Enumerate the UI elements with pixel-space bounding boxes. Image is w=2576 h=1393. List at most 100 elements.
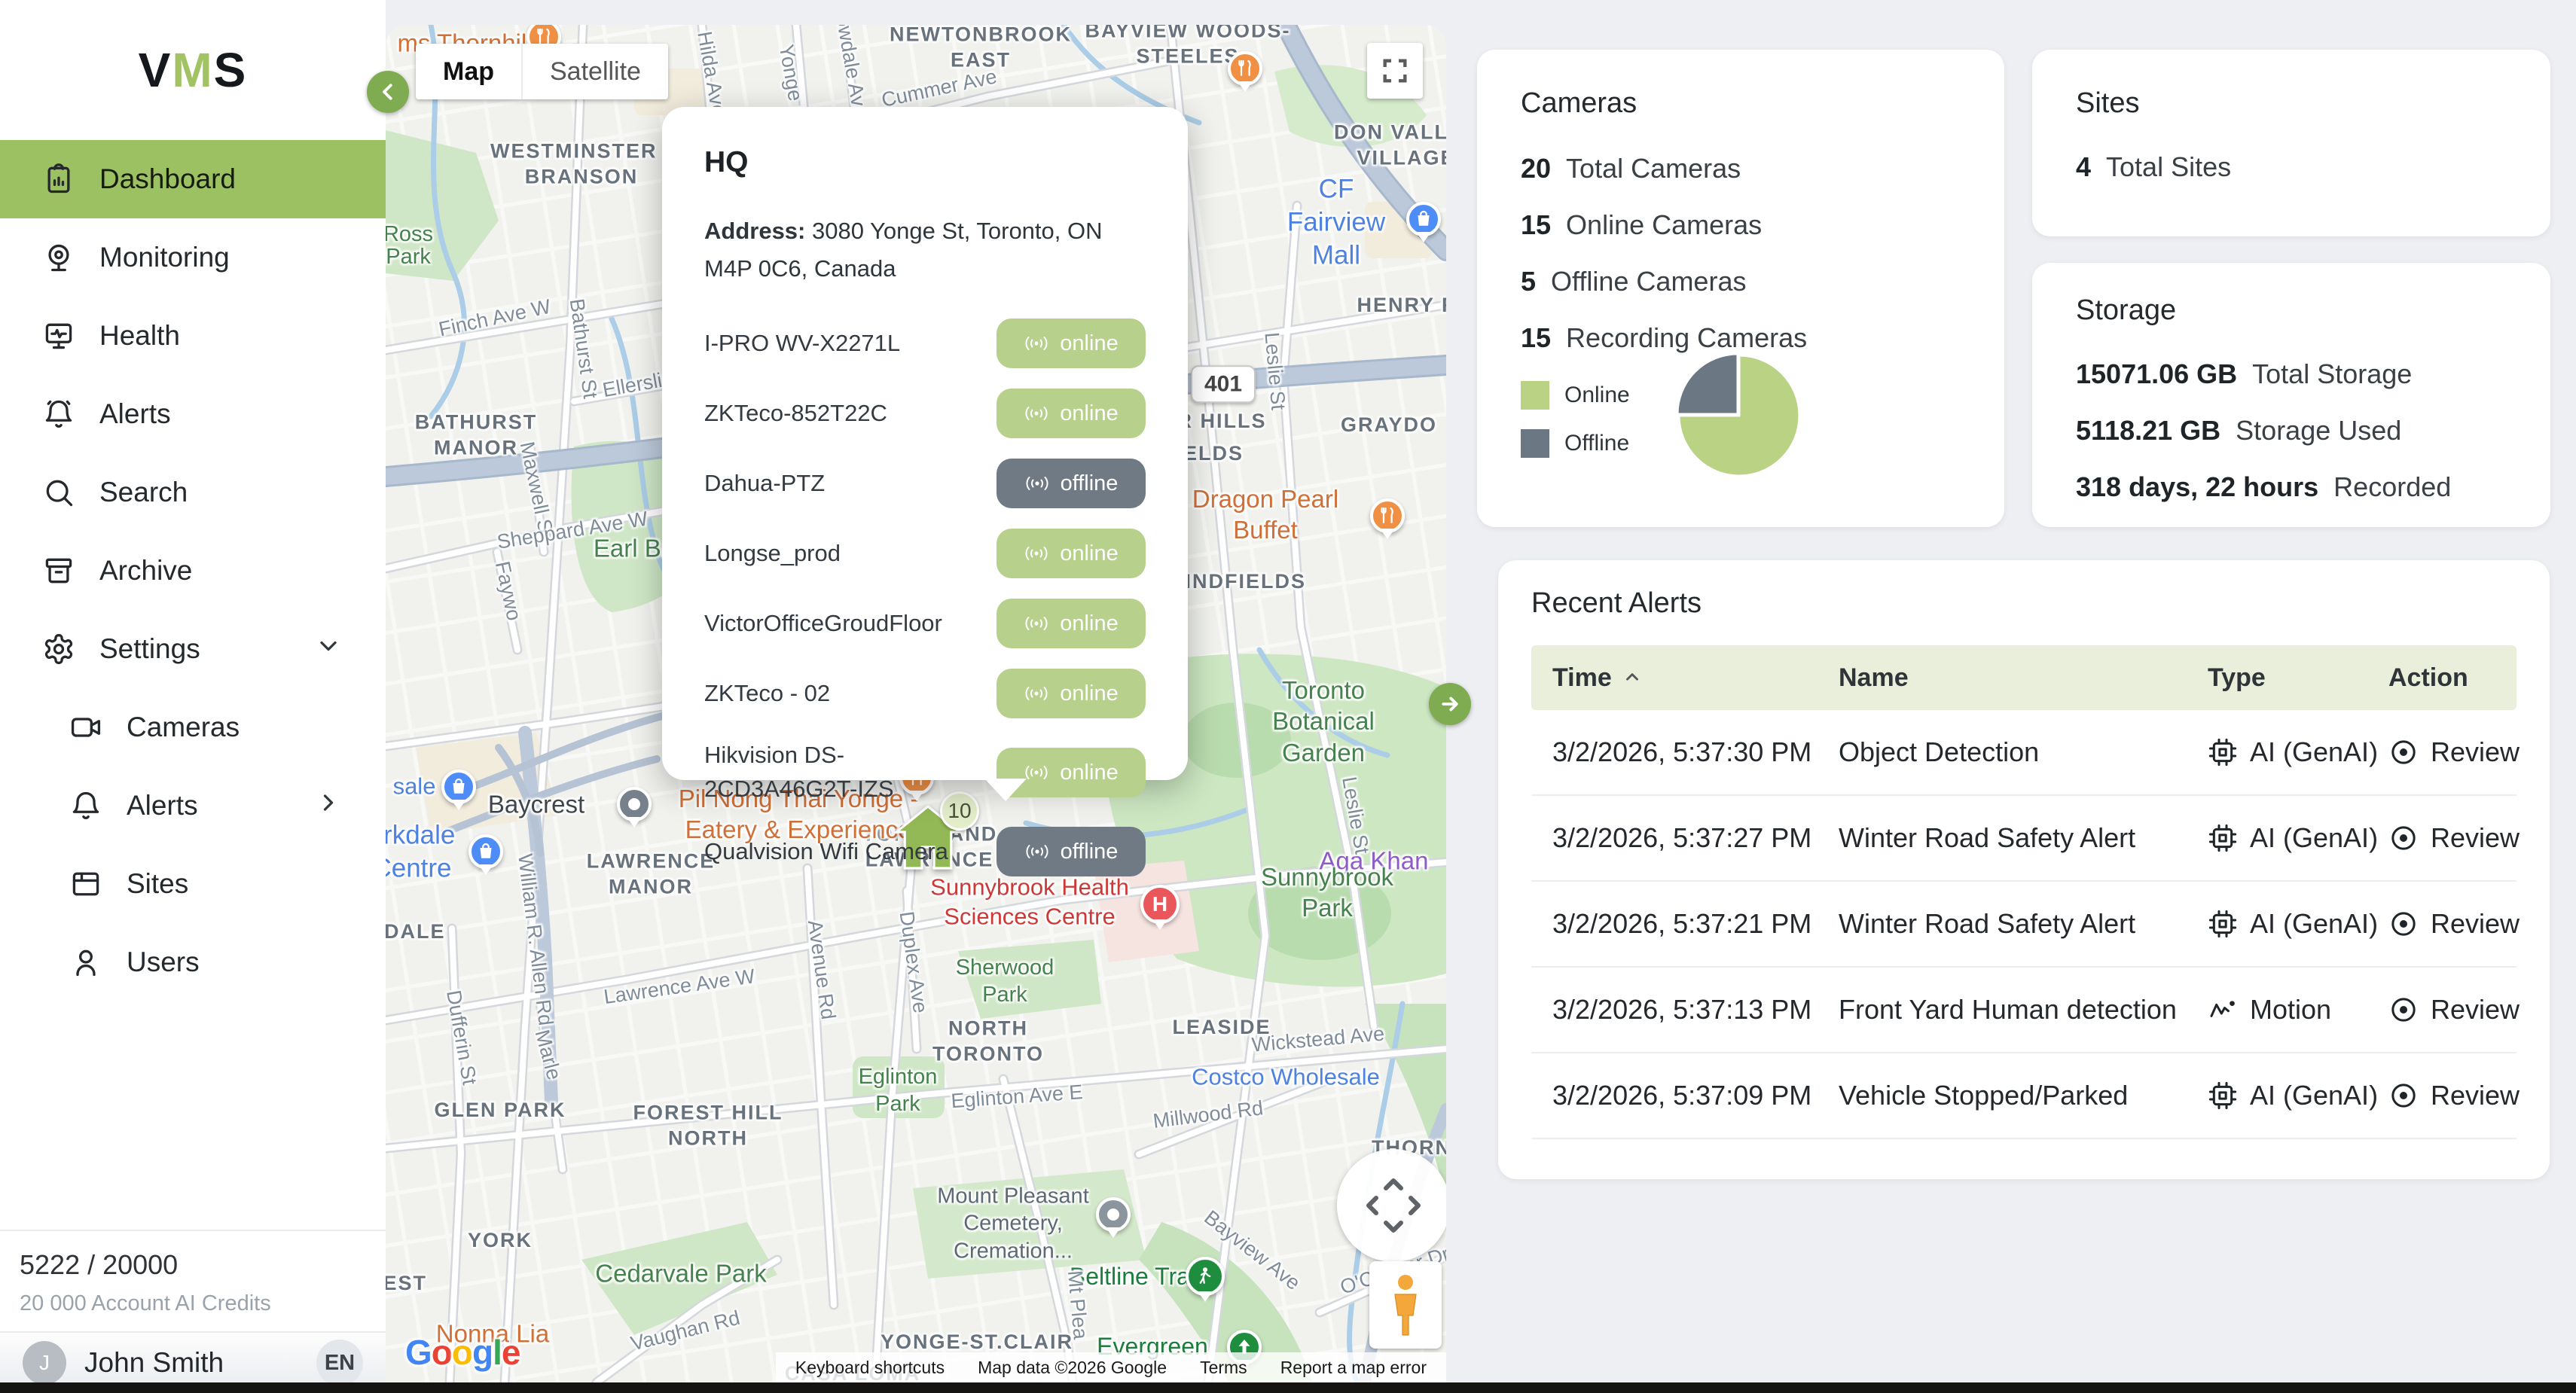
map-label: KDALE: [386, 919, 446, 945]
map-attribution: Keyboard shortcuts Map data ©2026 Google…: [776, 1352, 1446, 1382]
restaurant-marker[interactable]: [1228, 51, 1262, 86]
language-button[interactable]: EN: [316, 1340, 363, 1386]
alert-type-label: AI (GenAI): [2250, 1080, 2378, 1111]
signal-ic on: [1024, 404, 1049, 423]
shopping-marker[interactable]: [1406, 202, 1441, 236]
pegman-control[interactable]: [1369, 1261, 1442, 1349]
shopping-marker[interactable]: [469, 834, 503, 869]
signal-icon: [1024, 544, 1049, 563]
alert-type: AI (GenAI): [2208, 822, 2388, 854]
bottom-strip: [0, 1382, 2576, 1393]
sidebar-item-label: Users: [127, 946, 200, 978]
sidebar-item-search[interactable]: Search: [0, 453, 386, 532]
satellite-tab[interactable]: Satellite: [521, 44, 668, 99]
motion-icon: [2208, 995, 2238, 1025]
column-type[interactable]: Type: [2208, 663, 2388, 693]
cemetery-marker[interactable]: [1096, 1197, 1131, 1232]
map-label: NORTH TORONTO: [890, 1016, 1086, 1067]
review-button[interactable]: Review: [2388, 994, 2538, 1026]
column-label: Type: [2208, 663, 2266, 693]
sidebar-item-alerts[interactable]: Alerts: [0, 375, 386, 453]
review-button[interactable]: Review: [2388, 1080, 2538, 1111]
sort-asc-icon: [1622, 668, 1642, 687]
fullscreen-button[interactable]: [1367, 43, 1423, 99]
sidebar-item-cameras[interactable]: Cameras: [0, 688, 386, 767]
terms-link[interactable]: Terms: [1200, 1358, 1247, 1378]
status-label: online: [1060, 401, 1118, 426]
pan-arrows-icon: [1337, 1149, 1446, 1262]
table-row: 3/2/2026, 5:37:09 PM Vehicle Stopped/Par…: [1531, 1053, 2516, 1139]
storage-card: Storage 15071.06 GBTotal Storage 5118.21…: [2032, 263, 2550, 527]
status-badge: online: [997, 599, 1146, 648]
logo-letter: S: [214, 42, 248, 98]
webcam-icon: [42, 241, 75, 274]
restaurant-marker[interactable]: [1370, 498, 1405, 533]
table-header: Time Name Type Action: [1531, 645, 2516, 710]
review-button[interactable]: Review: [2388, 908, 2538, 940]
report-error-link[interactable]: Report a map error: [1280, 1358, 1427, 1378]
camera-name: VictorOfficeGroudFloor: [704, 607, 942, 641]
camera-name: Dahua-PTZ: [704, 467, 825, 501]
alert-time: 3/2/2026, 5:37:30 PM: [1552, 736, 1839, 768]
sidebar-item-label: Archive: [99, 555, 192, 587]
sidebar-item-alerts-sub[interactable]: Alerts: [0, 767, 386, 845]
column-time[interactable]: Time: [1552, 663, 1839, 693]
stat-total-storage: 15071.06 GBTotal Storage: [2076, 358, 2507, 390]
signal-icon: [1024, 684, 1049, 703]
google-logo[interactable]: Google: [405, 1332, 520, 1373]
alert-type: AI (GenAI): [2208, 736, 2388, 768]
pan-control[interactable]: [1337, 1149, 1446, 1262]
review-button[interactable]: Review: [2388, 822, 2538, 854]
panel-expand-button[interactable]: [1429, 683, 1471, 725]
stat-label: Storage Used: [2236, 415, 2401, 447]
poi-dot-marker[interactable]: [617, 787, 652, 821]
ai-chip-icon: [2208, 1081, 2238, 1111]
sites-card: Sites 4Total Sites: [2032, 50, 2550, 236]
alert-name: Winter Road Safety Alert: [1839, 908, 2208, 940]
logo-letter: o: [432, 1333, 452, 1372]
camera-row: ZKTeco-852T22C online: [704, 389, 1146, 438]
stat-total-cameras: 20Total Cameras: [1521, 153, 1961, 184]
sidebar-item-monitoring[interactable]: Monitoring: [0, 218, 386, 297]
cameras-pie-chart: [1674, 351, 1804, 480]
map-label: YONGE-ST.CLAIR: [879, 1330, 1075, 1355]
avatar: J: [23, 1341, 66, 1385]
sidebar-item-label: Settings: [99, 633, 200, 665]
signal-icon: [1024, 334, 1049, 353]
ai-chip-icon: [2208, 737, 2238, 767]
map-canvas[interactable]: ms ThornhillNEWTONBROOK EASTBAYVIEW WOOD…: [386, 25, 1446, 1382]
shopping-marker[interactable]: [441, 770, 476, 804]
keyboard-shortcuts-link[interactable]: Keyboard shortcuts: [795, 1358, 945, 1378]
stat-value: 5118.21 GB: [2076, 415, 2220, 447]
logo-letter: e: [502, 1333, 520, 1372]
alert-name: Front Yard Human detection: [1839, 994, 2208, 1026]
hospital-marker[interactable]: H: [1140, 885, 1180, 924]
map-label: Eglinton Park: [838, 1063, 958, 1118]
sidebar-item-archive[interactable]: Archive: [0, 532, 386, 610]
sidebar-item-dashboard[interactable]: Dashboard: [0, 140, 386, 218]
sidebar-item-settings[interactable]: Settings: [0, 610, 386, 688]
sidebar-collapse-button[interactable]: [367, 71, 409, 113]
map-label: Costco Wholesale: [1192, 1063, 1380, 1093]
column-name[interactable]: Name: [1839, 663, 2208, 693]
stat-label: Total Sites: [2106, 151, 2231, 183]
sidebar-item-sites[interactable]: Sites: [0, 845, 386, 923]
chevron-right-icon[interactable]: [315, 789, 342, 823]
ai-credits: 5222 / 20000 20 000 Account AI Credits: [0, 1230, 386, 1331]
logo-letter: G: [405, 1333, 432, 1372]
logo-letter: o: [452, 1333, 472, 1372]
credits-used: 5222 / 20000: [20, 1249, 366, 1281]
map-tab[interactable]: Map: [416, 44, 521, 99]
pegman-icon: [1386, 1272, 1425, 1338]
signal-icon: [1024, 474, 1050, 493]
status-label: online: [1060, 681, 1118, 706]
stat-value: 5: [1521, 266, 1536, 297]
trail-marker[interactable]: [1186, 1257, 1225, 1296]
sidebar-item-health[interactable]: Health: [0, 297, 386, 375]
column-label: Action: [2388, 663, 2468, 693]
review-button[interactable]: Review: [2388, 736, 2538, 768]
recent-alerts-card: Recent Alerts Time Name Type Action 3/2/…: [1498, 560, 2550, 1179]
sidebar-item-users[interactable]: Users: [0, 923, 386, 1001]
map-label: sale: [393, 773, 436, 802]
chevron-down-icon[interactable]: [315, 632, 342, 666]
